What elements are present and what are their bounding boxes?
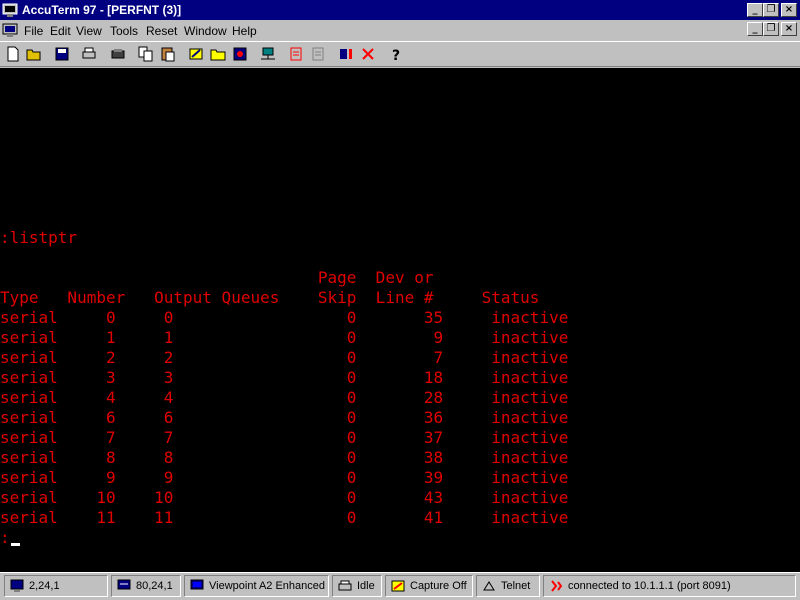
app-icon[interactable] [2, 2, 18, 18]
menu-file[interactable]: File [24, 23, 43, 39]
table-row: serial 8 8 0 38 inactive [0, 448, 569, 467]
table-row: serial 6 6 0 36 inactive [0, 408, 569, 427]
svg-text:?: ? [392, 48, 400, 62]
status-cursor-position[interactable]: 2,24,1 [4, 575, 108, 597]
table-header-line-1: Page Dev or [0, 268, 434, 287]
menu-view[interactable]: View [76, 23, 102, 39]
paste-icon[interactable] [160, 46, 176, 62]
stop-icon[interactable] [338, 46, 354, 62]
menu-reset[interactable]: Reset [146, 23, 177, 39]
table-row: serial 10 10 0 43 inactive [0, 488, 569, 507]
status-emulation[interactable]: Viewpoint A2 Enhanced [184, 575, 329, 597]
copy-icon[interactable] [138, 46, 154, 62]
doc-minimize-button[interactable]: _ [747, 22, 763, 36]
menu-tools[interactable]: Tools [110, 23, 138, 39]
menu-edit[interactable]: Edit [50, 23, 71, 39]
terminal-cursor [11, 543, 20, 546]
window-title: AccuTerm 97 - [PERFNT (3)] [22, 3, 182, 17]
resize-icon [117, 579, 131, 590]
macro-icon[interactable] [232, 46, 248, 62]
table-row: serial 9 9 0 39 inactive [0, 468, 569, 487]
table-row: serial 0 0 0 35 inactive [0, 308, 569, 327]
capture-status-icon [391, 580, 405, 592]
minimize-button[interactable]: _ [747, 3, 763, 17]
open-icon[interactable] [26, 46, 42, 62]
telnet-icon [483, 581, 495, 591]
edit-icon[interactable] [188, 46, 204, 62]
table-row: serial 3 3 0 18 inactive [0, 368, 569, 387]
document-icon[interactable] [2, 22, 18, 38]
connection-icon [551, 580, 563, 592]
menu-window[interactable]: Window [184, 23, 227, 39]
table-header-line-2: Type Number Output Queues Skip Line # St… [0, 288, 540, 307]
doc-restore-button[interactable]: ❐ [763, 22, 779, 36]
status-protocol[interactable]: Telnet [476, 575, 540, 597]
table-row: serial 11 11 0 41 inactive [0, 508, 569, 527]
printer-setup-icon[interactable] [110, 46, 126, 62]
disconnect-icon[interactable] [360, 46, 376, 62]
table-row: serial 1 1 0 9 inactive [0, 328, 569, 347]
terminal-icon [190, 579, 204, 590]
menu-help[interactable]: Help [232, 23, 257, 39]
prompt: : [0, 528, 10, 547]
table-row: serial 2 2 0 7 inactive [0, 348, 569, 367]
status-capture[interactable]: Capture Off [385, 575, 473, 597]
title-bar: AccuTerm 97 - [PERFNT (3)] [0, 0, 800, 20]
command-line: :listptr [0, 228, 78, 247]
monitor-icon [10, 579, 24, 592]
table-row: serial 7 7 0 37 inactive [0, 428, 569, 447]
network-icon[interactable] [260, 46, 276, 62]
close-button[interactable]: × [781, 3, 797, 17]
capture-icon[interactable] [288, 46, 304, 62]
status-connection[interactable]: connected to 10.1.1.1 (port 8091) [543, 575, 796, 597]
printer-icon [338, 580, 352, 591]
doc-close-button[interactable]: × [781, 22, 797, 36]
transfer-icon[interactable] [310, 46, 326, 62]
print-icon[interactable] [81, 46, 97, 62]
help-icon[interactable]: ? [388, 46, 404, 62]
restore-button[interactable]: ❐ [763, 3, 779, 17]
status-screen-size[interactable]: 80,24,1 [111, 575, 181, 597]
new-icon[interactable] [5, 46, 21, 62]
folder-icon[interactable] [210, 46, 226, 62]
save-icon[interactable] [54, 46, 70, 62]
table-row: serial 4 4 0 28 inactive [0, 388, 569, 407]
status-printer[interactable]: Idle [332, 575, 382, 597]
